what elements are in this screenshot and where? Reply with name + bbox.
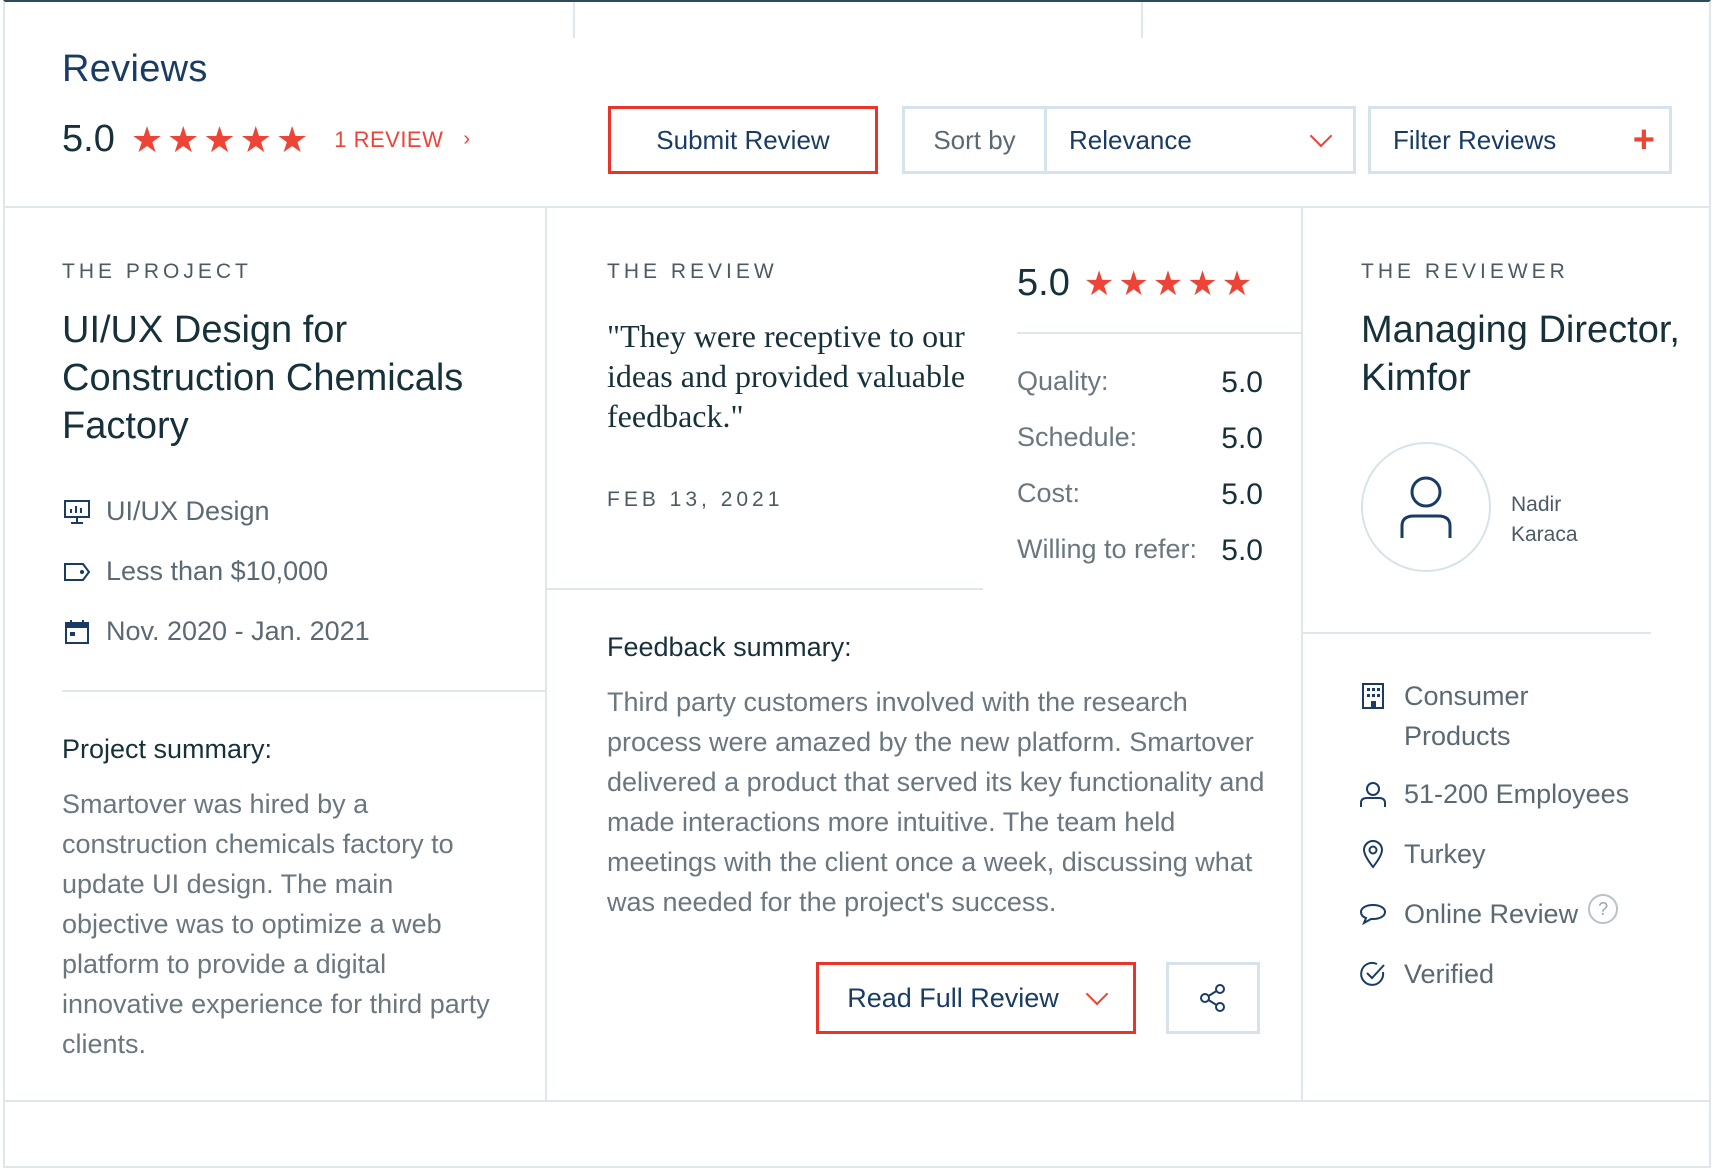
plus-icon: + bbox=[1632, 119, 1655, 161]
reviewer-industry: Consumer Products bbox=[1358, 676, 1658, 756]
star-icon: ★ bbox=[130, 118, 164, 160]
review-eyebrow: THE REVIEW bbox=[607, 260, 778, 283]
score-label: Schedule: bbox=[1017, 422, 1138, 452]
review-date: FEB 13, 2021 bbox=[607, 488, 784, 511]
chevron-down-icon bbox=[1085, 982, 1109, 1006]
price-tag-icon bbox=[62, 559, 92, 585]
submit-review-button[interactable]: Submit Review bbox=[608, 106, 878, 174]
overall-rating-value: 5.0 bbox=[62, 118, 115, 160]
score-value: 5.0 bbox=[1221, 366, 1263, 399]
project-divider bbox=[62, 690, 545, 692]
read-full-review-button[interactable]: Read Full Review bbox=[816, 962, 1136, 1034]
reviewer-name: Nadir Karaca bbox=[1511, 493, 1578, 546]
score-label: Willing to refer: bbox=[1017, 534, 1198, 564]
page-title: Reviews bbox=[62, 48, 208, 90]
sort-value: Relevance bbox=[1069, 124, 1192, 155]
filter-reviews-button[interactable]: Filter Reviews + bbox=[1368, 106, 1672, 174]
review-overall-rating: 5.0 ★ ★ ★ ★ ★ bbox=[1017, 262, 1252, 305]
score-row-schedule: Schedule: 5.0 bbox=[1017, 422, 1263, 456]
star-icon: ★ bbox=[1083, 264, 1115, 303]
location-pin-icon bbox=[1358, 834, 1388, 874]
feedback-summary-text: Third party customers involved with the … bbox=[607, 687, 1265, 917]
project-budget: Less than $10,000 bbox=[62, 556, 328, 587]
star-icon: ★ bbox=[1118, 264, 1149, 303]
score-value: 5.0 bbox=[1221, 478, 1263, 511]
star-rating: ★ ★ ★ ★ ★ bbox=[130, 118, 309, 160]
share-button[interactable] bbox=[1166, 962, 1260, 1034]
feedback-summary-heading: Feedback summary: bbox=[607, 632, 852, 662]
reviewer-eyebrow: THE REVIEWER bbox=[1361, 260, 1569, 283]
column-divider bbox=[545, 208, 547, 1100]
star-icon: ★ bbox=[1152, 264, 1184, 303]
reviews-header: Reviews 5.0 ★ ★ ★ ★ ★ 1 REVIEW › Submit … bbox=[0, 0, 1718, 208]
overall-rating: 5.0 ★ ★ ★ ★ ★ 1 REVIEW › bbox=[62, 118, 471, 161]
star-rating: ★ ★ ★ ★ ★ bbox=[1084, 267, 1252, 301]
header-divider bbox=[3, 206, 1711, 208]
read-full-review-label: Read Full Review bbox=[847, 982, 1059, 1013]
footer-divider bbox=[3, 1100, 1711, 1102]
project-eyebrow: THE PROJECT bbox=[62, 260, 252, 283]
reviewer-verified-label: Verified bbox=[1404, 959, 1495, 989]
star-icon: ★ bbox=[167, 118, 200, 160]
sort-control: Sort by Relevance bbox=[902, 106, 1356, 174]
reviewer-industry-label: Consumer Products bbox=[1404, 681, 1529, 751]
project-summary-heading: Project summary: bbox=[62, 734, 273, 764]
score-value: 5.0 bbox=[1221, 534, 1263, 567]
sort-select[interactable]: Relevance bbox=[1047, 109, 1353, 171]
score-label: Quality: bbox=[1017, 366, 1109, 396]
sort-label: Sort by bbox=[905, 109, 1047, 171]
project-dates: Nov. 2020 - Jan. 2021 bbox=[62, 616, 370, 647]
chevron-right-icon: › bbox=[463, 128, 471, 150]
reviewer-verified: Verified bbox=[1358, 954, 1494, 994]
star-icon: ★ bbox=[1221, 264, 1253, 303]
check-circle-icon bbox=[1358, 954, 1388, 994]
project-budget-label: Less than $10,000 bbox=[106, 556, 329, 586]
star-icon: ★ bbox=[203, 118, 236, 160]
star-icon: ★ bbox=[1187, 264, 1218, 303]
building-icon bbox=[1358, 676, 1388, 716]
review-count-label: 1 REVIEW bbox=[334, 126, 444, 152]
reviewer-divider bbox=[1303, 632, 1651, 634]
reviewer-location: Turkey bbox=[1358, 834, 1486, 874]
chat-bubble-icon bbox=[1358, 894, 1388, 934]
project-summary-text: Smartover was hired by a construction ch… bbox=[62, 789, 490, 1059]
reviewer-location-label: Turkey bbox=[1404, 839, 1486, 869]
column-divider bbox=[1301, 208, 1303, 1100]
project-title: UI/UX Design for Construction Chemicals … bbox=[62, 309, 464, 447]
score-row-cost: Cost: 5.0 bbox=[1017, 478, 1263, 512]
project-dates-label: Nov. 2020 - Jan. 2021 bbox=[106, 616, 370, 646]
calendar-icon bbox=[62, 619, 92, 645]
presentation-icon bbox=[62, 499, 92, 525]
project-service-label: UI/UX Design bbox=[106, 496, 270, 526]
reviewer-review-type: Online Review ? bbox=[1358, 894, 1619, 934]
score-label: Cost: bbox=[1017, 478, 1081, 508]
score-value: 5.0 bbox=[1221, 422, 1263, 455]
user-icon bbox=[1400, 476, 1452, 538]
reviewer-review-type-label: Online Review bbox=[1404, 899, 1579, 929]
review-overall-value: 5.0 bbox=[1017, 262, 1070, 304]
reviewer-company-size: 51-200 Employees bbox=[1358, 774, 1629, 814]
share-icon bbox=[1200, 984, 1225, 1012]
avatar bbox=[1361, 442, 1491, 572]
reviewer-title: Managing Director, Kimfor bbox=[1361, 309, 1680, 399]
filter-reviews-label: Filter Reviews bbox=[1393, 124, 1557, 155]
score-divider bbox=[1017, 332, 1301, 334]
chevron-down-icon bbox=[1309, 124, 1333, 148]
project-service: UI/UX Design bbox=[62, 496, 270, 527]
help-icon[interactable]: ? bbox=[1588, 894, 1619, 924]
review-quote: "They were receptive to our ideas and pr… bbox=[607, 318, 966, 434]
score-row-quality: Quality: 5.0 bbox=[1017, 366, 1263, 400]
review-divider bbox=[547, 588, 983, 590]
star-icon: ★ bbox=[239, 118, 272, 160]
user-icon bbox=[1358, 774, 1388, 814]
reviewer-company-size-label: 51-200 Employees bbox=[1404, 779, 1630, 809]
review-count-link[interactable]: 1 REVIEW › bbox=[334, 127, 470, 153]
star-icon: ★ bbox=[275, 118, 309, 160]
score-row-willing-to-refer: Willing to refer: 5.0 bbox=[1017, 534, 1263, 568]
